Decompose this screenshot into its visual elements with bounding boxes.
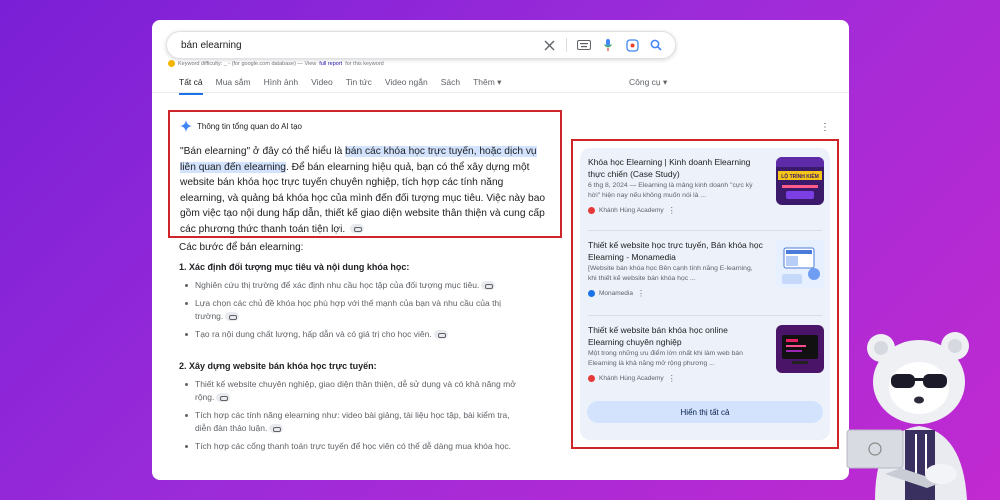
source-divider <box>588 315 822 316</box>
tools-button[interactable]: Công cụ ▾ <box>629 77 667 88</box>
step-heading: 2. Xây dựng website bán khóa học trực tu… <box>179 361 377 371</box>
full-report-link[interactable]: full report <box>319 61 342 67</box>
search-results-card: Keyword difficulty: _ - (for google.com … <box>152 20 849 480</box>
gemini-sparkle-icon <box>180 120 192 132</box>
source-title[interactable]: Thiết kế website học trực tuyến, Bán khó… <box>588 240 763 263</box>
tabs-divider <box>152 92 849 93</box>
citation-link-icon[interactable] <box>433 330 448 340</box>
search-icon[interactable] <box>649 38 663 52</box>
step-heading: 1. Xác định đối tượng mục tiêu và nội du… <box>179 262 410 272</box>
ai-overview-title: Thông tin tổng quan do AI tạo <box>197 121 302 131</box>
citation-link-icon[interactable] <box>269 424 284 434</box>
steps-title: Các bước để bán elearning: <box>179 242 304 253</box>
list-item: Nghiên cứu thị trường để xác định nhu cầ… <box>185 279 525 292</box>
more-options-icon[interactable]: ⋮ <box>668 206 676 215</box>
ai-overview-box: Thông tin tổng quan do AI tạo "Bán elear… <box>168 110 562 238</box>
source-site: Khánh Hùng Academy ⋮ <box>588 374 824 383</box>
source-divider <box>588 230 822 231</box>
source-site: Khánh Hùng Academy ⋮ <box>588 206 824 215</box>
lens-icon[interactable] <box>625 38 639 52</box>
show-all-button[interactable]: Hiển thị tất cả <box>587 401 823 423</box>
site-name: Monamedia <box>599 290 633 297</box>
keyword-difficulty-row: Keyword difficulty: _ - (for google.com … <box>168 60 384 67</box>
source-card[interactable]: Thiết kế website học trực tuyến, Bán khó… <box>588 240 824 298</box>
ai-overview-header: Thông tin tổng quan do AI tạo <box>180 120 550 132</box>
site-name: Khánh Hùng Academy <box>599 207 664 214</box>
source-title[interactable]: Khóa học Elearning | Kinh doanh Elearnin… <box>588 157 763 180</box>
site-favicon-icon <box>588 375 595 382</box>
source-snippet: 6 thg 8, 2024 — Elearning là mảng kinh d… <box>588 182 753 199</box>
citation-link-icon[interactable] <box>225 312 240 322</box>
source-title[interactable]: Thiết kế website bán khóa học online Ele… <box>588 325 763 348</box>
list-item: Thiết kế website chuyên nghiệp, giao diệ… <box>185 378 525 404</box>
site-favicon-icon <box>588 290 595 297</box>
search-bar[interactable] <box>166 31 676 59</box>
microphone-icon[interactable] <box>601 38 615 52</box>
more-options-icon[interactable]: ⋮ <box>668 374 676 383</box>
source-thumbnail <box>776 325 824 373</box>
sources-highlight-box: Khóa học Elearning | Kinh doanh Elearnin… <box>571 139 839 449</box>
keyword-difficulty-text: Keyword difficulty: _ - (for google.com … <box>178 60 317 67</box>
bear-mascot-illustration <box>845 322 995 500</box>
list-item: Lựa chọn các chủ đề khóa học phù hợp với… <box>185 297 525 323</box>
more-options-icon[interactable]: ⋮ <box>820 122 830 133</box>
sources-panel: Khóa học Elearning | Kinh doanh Elearnin… <box>580 148 830 440</box>
source-snippet: [Website bán khóa học Bên cạnh tính năng… <box>588 265 753 282</box>
list-item: Tích hợp các tính năng elearning như: vi… <box>185 409 525 435</box>
source-snippet: Một trong những ưu điểm lớn nhất khi làm… <box>588 350 743 367</box>
source-card[interactable]: Khóa học Elearning | Kinh doanh Elearnin… <box>588 157 824 215</box>
thumbnail-text: LỘ TRÌNH KIẾM <box>781 172 819 180</box>
source-thumbnail: LỘ TRÌNH KIẾM <box>776 157 824 205</box>
more-options-icon[interactable]: ⋮ <box>637 289 645 298</box>
citation-link-icon[interactable] <box>481 281 496 291</box>
source-thumbnail <box>776 240 824 288</box>
citation-link-icon[interactable] <box>350 224 365 234</box>
step-bullets: Nghiên cứu thị trường để xác định nhu cầ… <box>185 279 525 346</box>
ai-text-intro: "Bán elearning" ở đây có thể hiểu là <box>180 146 346 157</box>
site-name: Khánh Hùng Academy <box>599 375 664 382</box>
source-site: Monamedia ⋮ <box>588 289 824 298</box>
clear-icon[interactable] <box>542 38 556 52</box>
search-input[interactable] <box>181 39 541 51</box>
citation-link-icon[interactable] <box>216 393 231 403</box>
list-item: Tạo ra nội dung chất lượng, hấp dẫn và c… <box>185 328 525 341</box>
site-favicon-icon <box>588 207 595 214</box>
keyboard-icon[interactable] <box>577 38 591 52</box>
source-card[interactable]: Thiết kế website bán khóa học online Ele… <box>588 325 824 383</box>
keyword-suffix: for this keyword <box>345 60 384 67</box>
keyword-tool-icon <box>168 60 175 67</box>
ai-overview-text: "Bán elearning" ở đây có thể hiểu là bán… <box>180 144 550 237</box>
list-item: Tích hợp các cổng thanh toán trực tuyến … <box>185 440 525 453</box>
step-bullets: Thiết kế website chuyên nghiệp, giao diệ… <box>185 378 525 458</box>
